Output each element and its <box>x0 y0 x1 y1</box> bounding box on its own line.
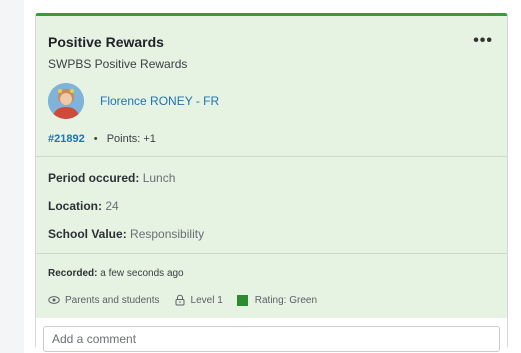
rating-tag: Rating: Green <box>236 294 318 306</box>
detail-value: Responsibility <box>130 227 205 241</box>
card-title: Positive Rewards <box>48 34 164 50</box>
rating-label: Rating: Green <box>254 294 318 306</box>
rating-color-square <box>236 294 248 306</box>
avatar-image <box>48 83 84 119</box>
side-strip <box>0 0 24 353</box>
card-body: Positive Rewards SWPBS Positive Rewards … <box>36 16 507 318</box>
lock-icon <box>175 294 185 306</box>
detail-school-value: School Value: Responsibility <box>48 227 493 241</box>
detail-value: 24 <box>105 199 119 213</box>
level-tag: Level 1 <box>174 294 223 306</box>
detail-value: Lunch <box>142 171 176 185</box>
recorded-info: Recorded: a few seconds ago <box>48 268 493 280</box>
comment-area <box>36 318 507 352</box>
avatar[interactable] <box>48 83 84 119</box>
detail-period: Period occured: Lunch <box>48 171 493 185</box>
user-row: Florence RONEY - FR <box>48 83 493 119</box>
detail-key: Period occured: <box>48 171 140 185</box>
user-name-link[interactable]: Florence RONEY - FR <box>100 94 219 108</box>
level-label: Level 1 <box>190 294 223 306</box>
comment-input[interactable] <box>43 326 500 352</box>
visibility-label: Parents and students <box>65 294 160 306</box>
card-header: Positive Rewards SWPBS Positive Rewards … <box>36 16 507 156</box>
detail-location: Location: 24 <box>48 199 493 213</box>
meta-row: #21892 • Points: +1 <box>48 133 493 146</box>
reward-card: Positive Rewards SWPBS Positive Rewards … <box>35 13 508 352</box>
visibility-tag: Parents and students <box>48 294 160 306</box>
more-options-button[interactable]: ••• <box>473 33 493 49</box>
detail-key: School Value: <box>48 227 127 241</box>
points-text: Points: +1 <box>106 133 156 145</box>
tags-row: Parents and students Level 1 Rating: Gre… <box>48 294 493 306</box>
recorded-value: a few seconds ago <box>100 268 184 279</box>
detail-key: Location: <box>48 199 102 213</box>
recorded-key: Recorded: <box>48 268 98 279</box>
eye-icon <box>48 296 60 304</box>
record-id-link[interactable]: #21892 <box>48 133 85 145</box>
card-subtitle: SWPBS Positive Rewards <box>48 57 188 71</box>
meta-separator: • <box>93 133 98 145</box>
recorded-section: Recorded: a few seconds ago Parents and … <box>36 253 507 318</box>
details-section: Period occured: Lunch Location: 24 Schoo… <box>36 156 507 253</box>
